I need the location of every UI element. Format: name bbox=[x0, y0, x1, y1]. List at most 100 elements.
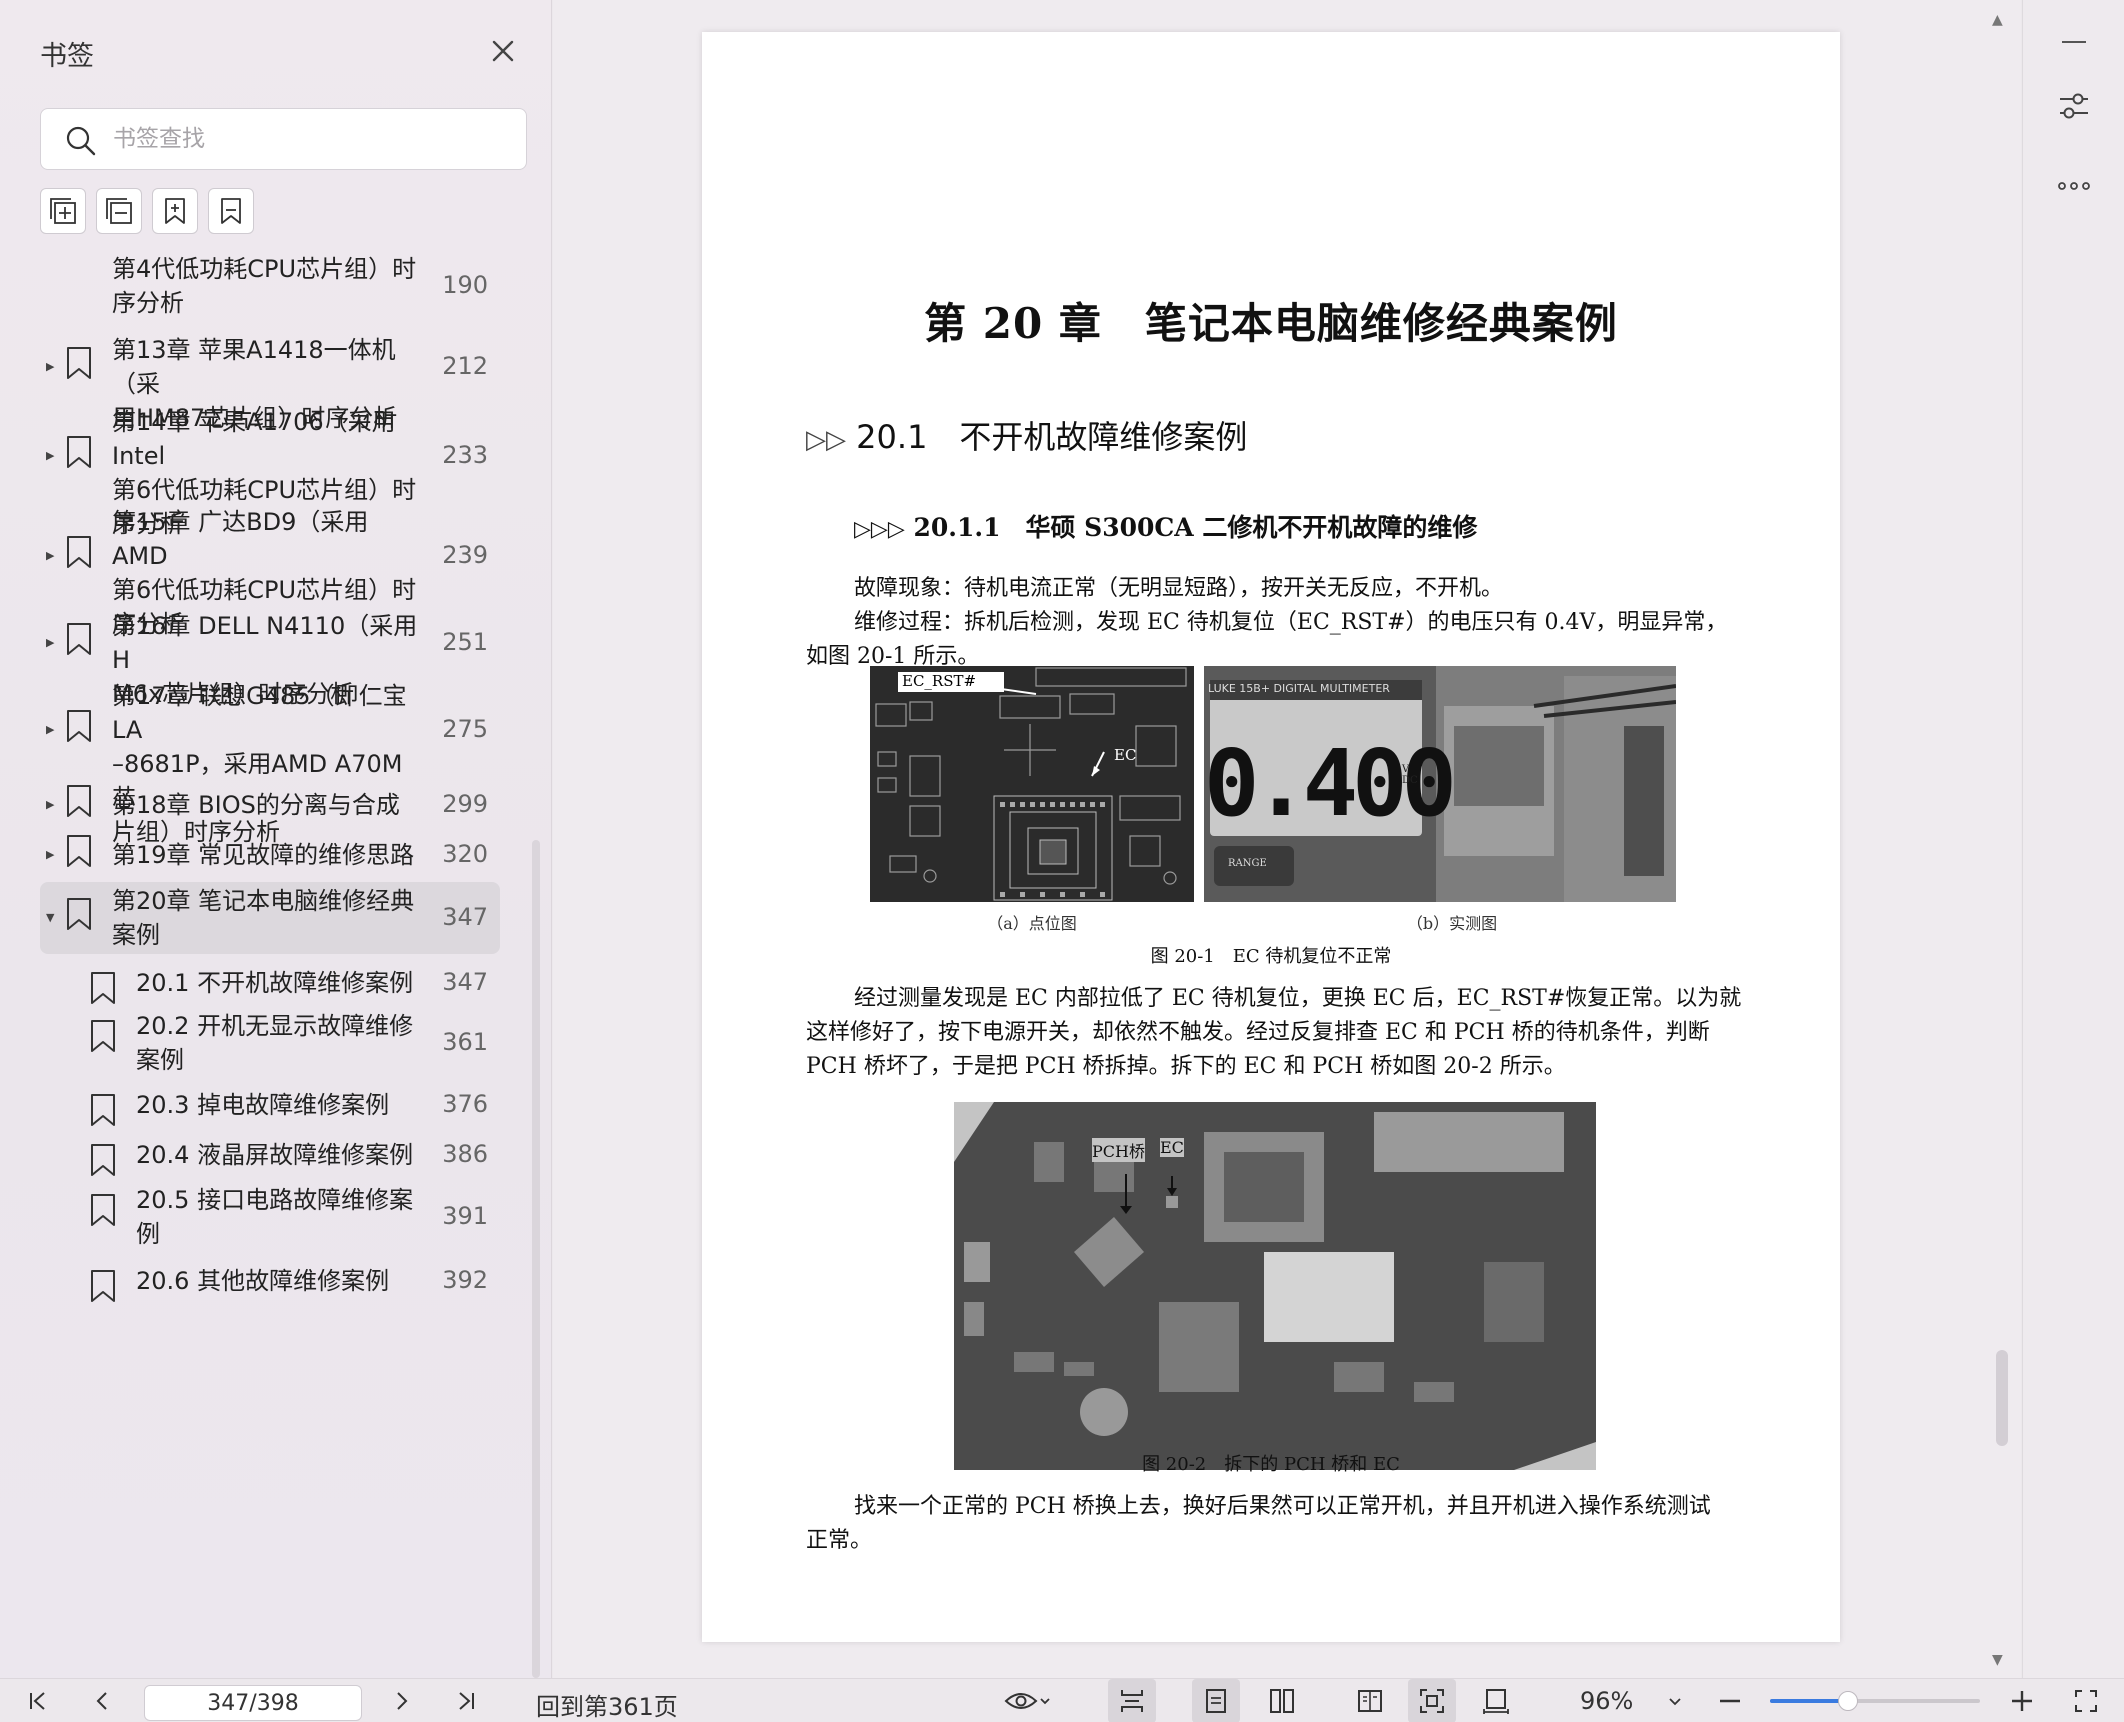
caret-right-icon[interactable]: ▶ bbox=[46, 636, 60, 650]
continuous-page-icon bbox=[1121, 1690, 1143, 1712]
bookmark-sidebar: 书签 第4代低功耗CPU芯片组 bbox=[0, 0, 552, 1678]
caret-right-icon[interactable]: ▶ bbox=[46, 360, 60, 374]
bookmark-page-number: 386 bbox=[442, 1140, 488, 1168]
scroll-up-arrow-icon[interactable]: ▲ bbox=[1992, 12, 2003, 28]
bookmark-icon bbox=[67, 347, 91, 379]
vertical-scrollbar-thumb[interactable] bbox=[1996, 1350, 2008, 1446]
bookmark-page-number: 299 bbox=[442, 790, 488, 818]
single-page-button[interactable] bbox=[1192, 1679, 1240, 1722]
bookmark-page-number: 212 bbox=[442, 352, 488, 380]
bookmark-item[interactable]: ▶ 第14章 苹果A1706（采用Intel 第6代低功耗CPU芯片组）时 序分析 23… bbox=[40, 408, 500, 538]
page-number-input[interactable] bbox=[144, 1685, 362, 1721]
fullscreen-button[interactable] bbox=[2066, 1679, 2106, 1722]
bookmark-page-number: 391 bbox=[442, 1202, 488, 1230]
caret-right-icon[interactable]: ▶ bbox=[46, 449, 60, 463]
bookmark-item[interactable]: ▼ 第20章 笔记本电脑维修经典 案例 347 bbox=[40, 882, 500, 954]
ec-rst-callout: EC_RST# bbox=[902, 672, 977, 690]
bookmark-item[interactable]: ▶ 第18章 BIOS的分离与合成 299 bbox=[40, 782, 500, 828]
book-view-icon bbox=[1358, 1690, 1382, 1712]
bookmark-page-number: 239 bbox=[442, 541, 488, 569]
next-page-button[interactable] bbox=[384, 1679, 420, 1722]
scroll-down-arrow-icon[interactable]: ▼ bbox=[1992, 1652, 2003, 1668]
caret-right-icon[interactable]: ▶ bbox=[46, 798, 60, 812]
document-page: 第 20 章 笔记本电脑维修经典案例 ▷▷ 20.1 不开机故障维修案例 ▷▷▷… bbox=[702, 32, 1840, 1642]
add-bookmark-button[interactable] bbox=[152, 188, 198, 234]
bookmark-subitem[interactable]: 20.6 其他故障维修案例 392 bbox=[40, 1258, 500, 1304]
fit-page-button[interactable] bbox=[1408, 1679, 1456, 1722]
zoom-out-button[interactable] bbox=[1712, 1679, 1748, 1722]
previous-page-button[interactable] bbox=[84, 1679, 120, 1722]
bookmark-subitem[interactable]: 20.2 开机无显示故障维修 案例 361 bbox=[40, 1008, 500, 1078]
chevron-left-icon bbox=[96, 1692, 107, 1710]
bookmark-page-number: 392 bbox=[442, 1266, 488, 1294]
bookmark-icon bbox=[67, 785, 91, 817]
bookmark-page-number: 275 bbox=[442, 715, 488, 743]
expand-all-button[interactable] bbox=[40, 188, 86, 234]
caret-right-icon[interactable]: ▶ bbox=[46, 848, 60, 862]
caret-down-icon[interactable]: ▼ bbox=[46, 911, 60, 925]
bookmark-label-line: 20.4 液晶屏故障维修案例 bbox=[136, 1141, 414, 1169]
bookmark-subitem[interactable]: 20.1 不开机故障维修案例 347 bbox=[40, 960, 500, 1006]
more-dots-icon bbox=[2058, 182, 2090, 190]
fit-width-icon bbox=[1483, 1689, 1509, 1714]
caret-right-icon[interactable]: ▶ bbox=[46, 723, 60, 737]
pch-callout: PCH桥 bbox=[1092, 1138, 1145, 1162]
search-input[interactable] bbox=[113, 119, 513, 159]
bookmark-button[interactable] bbox=[208, 188, 254, 234]
first-page-button[interactable] bbox=[20, 1679, 56, 1722]
collapse-all-button[interactable] bbox=[96, 188, 142, 234]
book-view-button[interactable] bbox=[1346, 1679, 1394, 1722]
multimeter-range-label: RANGE bbox=[1228, 858, 1267, 869]
section-marker: ▷▷ bbox=[806, 425, 846, 455]
sliders-icon bbox=[2060, 93, 2088, 119]
minimize-panel-button[interactable] bbox=[2023, 28, 2124, 60]
bookmark-icon bbox=[67, 623, 91, 655]
zoom-slider-knob[interactable] bbox=[1838, 1691, 1858, 1711]
caret-right-icon[interactable]: ▶ bbox=[46, 549, 60, 563]
adjust-settings-button[interactable] bbox=[2023, 88, 2124, 124]
continuous-scroll-button[interactable] bbox=[1108, 1679, 1156, 1722]
figure-1-caption: 图 20-1 EC 待机复位不正常 bbox=[1150, 946, 1392, 967]
view-mode-dropdown[interactable] bbox=[996, 1679, 1060, 1722]
zoom-slider[interactable] bbox=[1770, 1691, 1980, 1711]
more-options-button[interactable] bbox=[2023, 174, 2124, 198]
bookmark-item[interactable]: ▶ 第17章 联想G485（即仁宝LA –8681P，采用AMD A70M芯 片组）时… bbox=[40, 682, 500, 846]
sidebar-scrollbar[interactable] bbox=[532, 840, 540, 1678]
collapse-all-icon bbox=[106, 198, 132, 224]
chevron-down-icon bbox=[1669, 1698, 1681, 1706]
bookmark-item[interactable]: 第4代低功耗CPU芯片组）时 序分析 190 bbox=[40, 250, 500, 322]
zoom-dropdown[interactable] bbox=[1660, 1679, 1690, 1722]
bookmark-item[interactable]: ▶ 第15章 广达BD9（采用AMD 第6代低功耗CPU芯片组）时 序分析 239 bbox=[40, 508, 500, 638]
zoom-level: 96% bbox=[1580, 1687, 1634, 1715]
bookmark-subitem[interactable]: 20.5 接口电路故障维修案例 391 bbox=[40, 1182, 500, 1252]
last-page-button[interactable] bbox=[448, 1679, 484, 1722]
goto-page-link[interactable]: 回到第361页 bbox=[536, 1687, 678, 1722]
bookmark-label: 20.4 液晶屏故障维修案例 bbox=[136, 1138, 416, 1172]
bookmark-icon bbox=[91, 1020, 115, 1052]
bookmark-item[interactable]: ▶ 第13章 苹果A1418一体机（采 用HM87芯片组）时序分析 212 bbox=[40, 332, 500, 432]
first-page-icon bbox=[30, 1692, 45, 1710]
bookmark-label-line: 第19章 常见故障的维修思路 bbox=[112, 841, 415, 869]
bookmark-label-line: 第17章 联想G485（即仁宝LA bbox=[112, 682, 407, 744]
bookmark-item[interactable]: ▶ 第19章 常见故障的维修思路 320 bbox=[40, 832, 500, 878]
bookmark-search[interactable] bbox=[40, 108, 527, 170]
two-page-icon bbox=[1270, 1689, 1294, 1713]
paragraph-3-line-3: PCH 桥坏了，于是把 PCH 桥拆掉。拆下的 EC 和 PCH 桥如图 20-… bbox=[806, 1054, 1566, 1079]
bookmark-item[interactable]: ▶ 第16章 DELL N4110（采用H M6x芯片组）时序分析 251 bbox=[40, 608, 500, 708]
bookmark-label-line: 20.5 接口电路故障维修案 bbox=[136, 1186, 414, 1214]
zoom-in-button[interactable] bbox=[2004, 1679, 2040, 1722]
close-icon[interactable] bbox=[488, 36, 518, 66]
fit-width-button[interactable] bbox=[1472, 1679, 1520, 1722]
bottom-toolbar: 回到第361页 bbox=[0, 1678, 2124, 1722]
figure-2-caption: 图 20-2 拆下的 PCH 桥和 EC bbox=[1142, 1454, 1400, 1475]
bookmark-page-number: 251 bbox=[442, 628, 488, 656]
search-icon bbox=[66, 126, 96, 156]
bookmark-label-line: 第13章 苹果A1418一体机（采 bbox=[112, 336, 396, 398]
paragraph-3-line-2: 这样修好了，按下电源开关，却依然不触发。经过反复排查 EC 和 PCH 桥的待机… bbox=[806, 1020, 1710, 1045]
two-page-button[interactable] bbox=[1258, 1679, 1306, 1722]
expand-all-icon bbox=[50, 198, 76, 224]
bookmark-subitem[interactable]: 20.3 掉电故障维修案例 376 bbox=[40, 1082, 500, 1128]
bookmark-page-number: 376 bbox=[442, 1090, 488, 1118]
bookmark-icon bbox=[67, 835, 91, 867]
bookmark-subitem[interactable]: 20.4 液晶屏故障维修案例 386 bbox=[40, 1132, 500, 1178]
